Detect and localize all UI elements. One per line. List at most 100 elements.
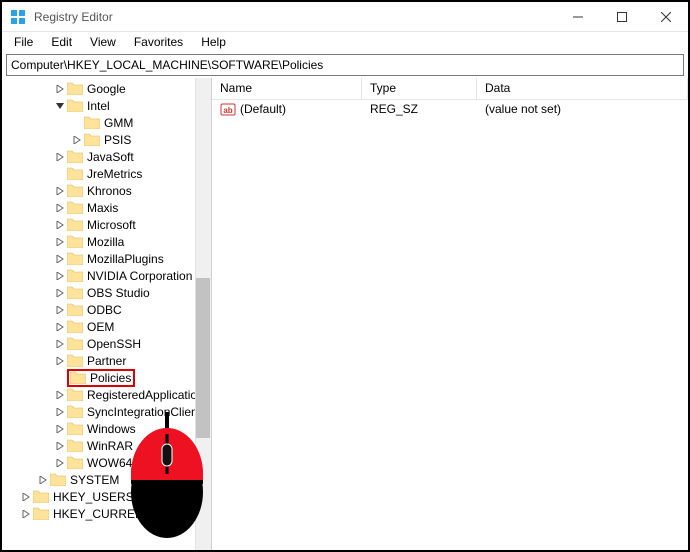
tree-item-label: JreMetrics bbox=[86, 167, 143, 181]
collapse-icon[interactable] bbox=[53, 99, 67, 113]
tree-item[interactable]: OpenSSH bbox=[2, 335, 211, 352]
folder-icon bbox=[67, 303, 83, 316]
tree-item-label: Intel bbox=[86, 99, 111, 113]
menu-edit[interactable]: Edit bbox=[43, 33, 80, 51]
tree-item[interactable]: Microsoft bbox=[2, 216, 211, 233]
tree-item[interactable]: WinRAR bbox=[2, 437, 211, 454]
folder-icon bbox=[67, 235, 83, 248]
folder-icon bbox=[84, 116, 100, 129]
expand-icon[interactable] bbox=[70, 133, 84, 147]
tree-item[interactable]: Mozilla bbox=[2, 233, 211, 250]
close-button[interactable] bbox=[644, 2, 688, 32]
tree-item[interactable]: SYSTEM bbox=[2, 471, 211, 488]
expand-placeholder bbox=[70, 116, 84, 130]
expand-icon[interactable] bbox=[53, 456, 67, 470]
tree-item[interactable]: Policies bbox=[2, 369, 211, 386]
app-icon bbox=[10, 9, 26, 25]
expand-icon[interactable] bbox=[19, 507, 33, 521]
expand-icon[interactable] bbox=[53, 252, 67, 266]
tree-item[interactable]: JreMetrics bbox=[2, 165, 211, 182]
cell-data: (value not set) bbox=[477, 102, 688, 116]
svg-text:ab: ab bbox=[223, 106, 232, 115]
folder-icon bbox=[67, 184, 83, 197]
folder-icon bbox=[67, 456, 83, 469]
tree-item[interactable]: RegisteredApplications bbox=[2, 386, 211, 403]
tree-view[interactable]: Google Intel GMM PSIS JavaSoft JreMetric… bbox=[2, 78, 212, 550]
tree-item-label: RegisteredApplications bbox=[86, 388, 211, 402]
tree-item-label: OpenSSH bbox=[86, 337, 142, 351]
expand-icon[interactable] bbox=[53, 439, 67, 453]
tree-item[interactable]: OEM bbox=[2, 318, 211, 335]
expand-icon[interactable] bbox=[53, 201, 67, 215]
tree-item-label: Microsoft bbox=[86, 218, 137, 232]
tree-item[interactable]: PSIS bbox=[2, 131, 211, 148]
tree-item-label: HKEY_USERS bbox=[52, 490, 135, 504]
expand-icon[interactable] bbox=[53, 150, 67, 164]
minimize-button[interactable] bbox=[556, 2, 600, 32]
tree-item-label: Partner bbox=[86, 354, 127, 368]
tree-item[interactable]: NVIDIA Corporation bbox=[2, 267, 211, 284]
content-area: Google Intel GMM PSIS JavaSoft JreMetric… bbox=[2, 78, 688, 550]
cell-type: REG_SZ bbox=[362, 102, 477, 116]
window-title: Registry Editor bbox=[34, 10, 556, 24]
cell-name: ab (Default) bbox=[212, 101, 362, 117]
tree-item[interactable]: WOW6432Node bbox=[2, 454, 211, 471]
expand-icon[interactable] bbox=[53, 337, 67, 351]
address-bar[interactable]: Computer\HKEY_LOCAL_MACHINE\SOFTWARE\Pol… bbox=[6, 54, 684, 76]
expand-icon[interactable] bbox=[53, 388, 67, 402]
tree-item-label: HKEY_CURRENT_CONFIG bbox=[52, 507, 205, 521]
folder-icon bbox=[67, 252, 83, 265]
tree-item[interactable]: HKEY_CURRENT_CONFIG bbox=[2, 505, 211, 522]
folder-icon bbox=[33, 490, 49, 503]
column-header-name[interactable]: Name bbox=[212, 78, 362, 99]
folder-icon bbox=[67, 405, 83, 418]
tree-item-label: JavaSoft bbox=[86, 150, 135, 164]
tree-item-label: PSIS bbox=[103, 133, 132, 147]
maximize-button[interactable] bbox=[600, 2, 644, 32]
string-value-icon: ab bbox=[220, 101, 236, 117]
tree-item[interactable]: HKEY_USERS bbox=[2, 488, 211, 505]
tree-item[interactable]: Partner bbox=[2, 352, 211, 369]
tree-item[interactable]: ODBC bbox=[2, 301, 211, 318]
menu-view[interactable]: View bbox=[82, 33, 124, 51]
expand-icon[interactable] bbox=[53, 320, 67, 334]
expand-icon[interactable] bbox=[36, 473, 50, 487]
tree-item[interactable]: Khronos bbox=[2, 182, 211, 199]
expand-icon[interactable] bbox=[53, 82, 67, 96]
tree-item[interactable]: MozillaPlugins bbox=[2, 250, 211, 267]
expand-placeholder bbox=[53, 371, 67, 385]
tree-item[interactable]: GMM bbox=[2, 114, 211, 131]
expand-icon[interactable] bbox=[53, 269, 67, 283]
tree-item[interactable]: JavaSoft bbox=[2, 148, 211, 165]
address-text: Computer\HKEY_LOCAL_MACHINE\SOFTWARE\Pol… bbox=[11, 58, 323, 72]
expand-icon[interactable] bbox=[19, 490, 33, 504]
column-header-type[interactable]: Type bbox=[362, 78, 477, 99]
expand-icon[interactable] bbox=[53, 235, 67, 249]
tree-item-label: SyncIntegrationClient bbox=[86, 405, 202, 419]
tree-item[interactable]: SyncIntegrationClient bbox=[2, 403, 211, 420]
tree-item-label: Maxis bbox=[86, 201, 119, 215]
tree-item-label: MozillaPlugins bbox=[86, 252, 165, 266]
folder-icon bbox=[67, 167, 83, 180]
tree-item[interactable]: Maxis bbox=[2, 199, 211, 216]
expand-icon[interactable] bbox=[53, 184, 67, 198]
list-body[interactable]: ab (Default)REG_SZ(value not set) bbox=[212, 100, 688, 118]
tree-scrollbar-thumb[interactable] bbox=[196, 278, 210, 438]
menu-favorites[interactable]: Favorites bbox=[126, 33, 191, 51]
tree-item[interactable]: Windows bbox=[2, 420, 211, 437]
expand-icon[interactable] bbox=[53, 303, 67, 317]
expand-icon[interactable] bbox=[53, 354, 67, 368]
expand-icon[interactable] bbox=[53, 405, 67, 419]
tree-scrollbar-track[interactable] bbox=[195, 78, 211, 550]
tree-item[interactable]: Google bbox=[2, 80, 211, 97]
tree-item[interactable]: OBS Studio bbox=[2, 284, 211, 301]
column-header-data[interactable]: Data bbox=[477, 78, 688, 99]
menu-help[interactable]: Help bbox=[193, 33, 234, 51]
menu-file[interactable]: File bbox=[6, 33, 41, 51]
expand-icon[interactable] bbox=[53, 422, 67, 436]
expand-icon[interactable] bbox=[53, 218, 67, 232]
expand-icon[interactable] bbox=[53, 286, 67, 300]
tree-item-label: GMM bbox=[103, 116, 134, 130]
list-row[interactable]: ab (Default)REG_SZ(value not set) bbox=[212, 100, 688, 118]
tree-item[interactable]: Intel bbox=[2, 97, 211, 114]
